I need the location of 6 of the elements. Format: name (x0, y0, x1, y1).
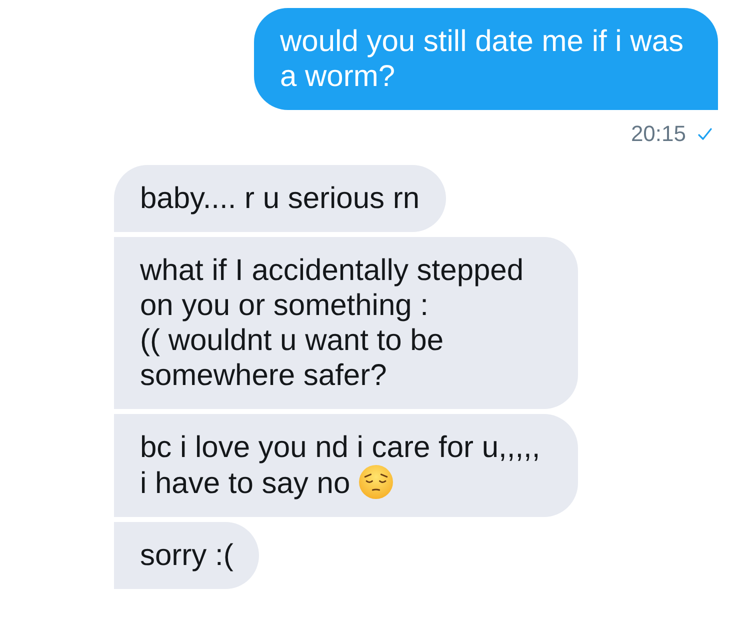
message-time: 20:15 (630, 122, 686, 146)
message-text: sorry :( (140, 539, 234, 572)
message-text: bc i love you nd i care for u,,,,, i have to say no (140, 431, 540, 500)
message-text: baby.... r u serious rn (140, 182, 420, 215)
message-text: would you still date me if i was a worm? (280, 25, 684, 93)
message-text: what if I accidentally stepped on you or something : (( wouldnt u want to be somewhere safer? (140, 254, 524, 392)
